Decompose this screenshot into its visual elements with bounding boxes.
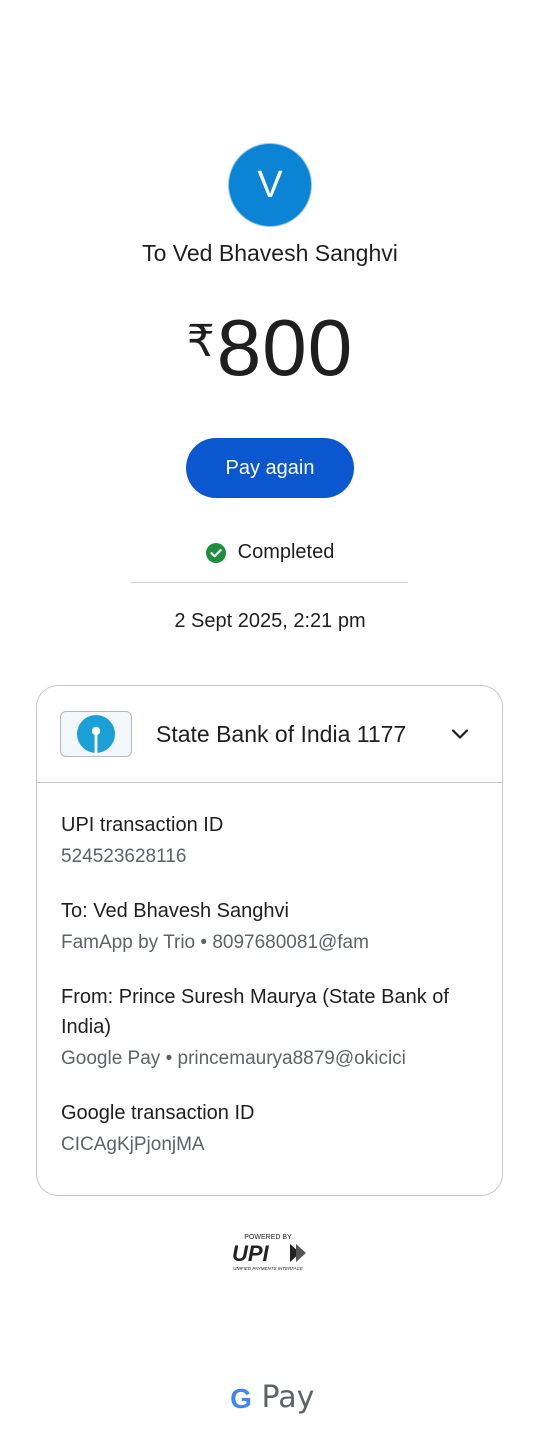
chevron-down-icon[interactable] xyxy=(448,722,472,746)
upi-logo-icon: POWERED BY UPI UNIFIED PAYMENTS INTERFAC… xyxy=(232,1234,306,1271)
to-label: To: Ved Bhavesh Sanghvi xyxy=(61,900,289,922)
bank-account-name: State Bank of India 1177 xyxy=(156,720,407,747)
google-g-icon: G xyxy=(230,1383,252,1413)
divider xyxy=(131,582,408,583)
upi-transaction-label: UPI transaction ID xyxy=(61,814,224,836)
currency-symbol: ₹ xyxy=(186,317,215,366)
to-upi-id: FamApp by Trio • 8097680081@fam xyxy=(61,932,369,953)
amount-value: 800 xyxy=(216,303,354,392)
google-transaction-block: Google transaction ID CICAgKjPjonjMA xyxy=(61,1098,481,1160)
from-upi-id: Google Pay • princemaurya8879@okicici xyxy=(61,1048,406,1069)
upi-transaction-block: UPI transaction ID 524523628116 xyxy=(61,810,481,872)
gpay-text: Pay xyxy=(261,1380,315,1415)
upi-tagline-text: UNIFIED PAYMENTS INTERFACE xyxy=(233,1266,304,1271)
from-block: From: Prince Suresh Maurya (State Bank o… xyxy=(61,982,481,1074)
bank-account-header[interactable]: State Bank of India 1177 xyxy=(37,686,502,783)
google-transaction-label: Google transaction ID xyxy=(61,1102,255,1124)
status-text: Completed xyxy=(237,541,335,563)
upi-mark-text: UPI xyxy=(232,1241,270,1266)
check-circle-icon xyxy=(205,542,226,563)
to-block: To: Ved Bhavesh Sanghvi FamApp by Trio •… xyxy=(61,896,481,958)
transaction-datetime: 2 Sept 2025, 2:21 pm xyxy=(174,610,366,632)
recipient-name: To Ved Bhavesh Sanghvi xyxy=(142,240,398,266)
pay-again-button[interactable]: Pay again xyxy=(186,438,354,498)
google-pay-logo: G Pay xyxy=(0,1380,540,1415)
upi-powered-text: POWERED BY xyxy=(244,1234,292,1241)
avatar-initial: V xyxy=(257,163,283,206)
recipient-avatar: V xyxy=(228,143,312,227)
from-label: From: Prince Suresh Maurya (State Bank o… xyxy=(61,986,449,1038)
google-transaction-id: CICAgKjPjonjMA xyxy=(61,1134,205,1155)
transaction-details-card: State Bank of India 1177 UPI transaction… xyxy=(36,685,503,1196)
payment-amount: ₹ 800 xyxy=(0,300,540,396)
sbi-logo-icon xyxy=(60,711,132,757)
transaction-details: UPI transaction ID 524523628116 To: Ved … xyxy=(61,810,481,1184)
status-row: Completed xyxy=(0,541,540,564)
upi-transaction-id: 524523628116 xyxy=(61,846,187,867)
google-g-letter: G xyxy=(230,1383,252,1413)
